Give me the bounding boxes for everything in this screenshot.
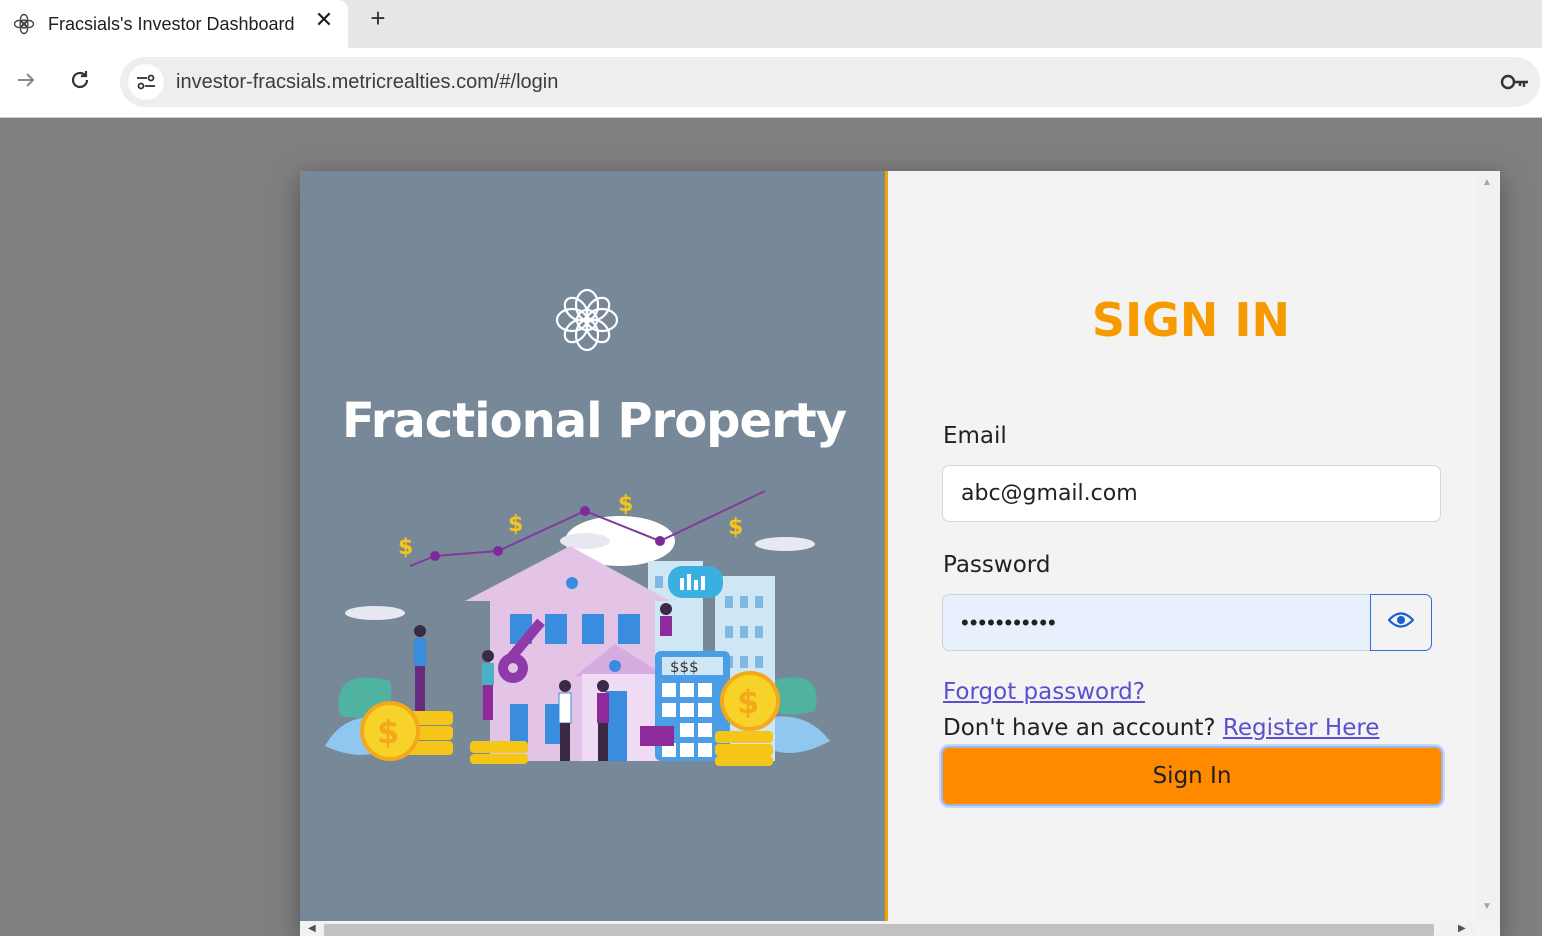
browser-tab[interactable]: Fracsials's Investor Dashboard ✕ (0, 0, 348, 48)
tab-close-icon[interactable]: ✕ (310, 6, 338, 34)
tab-title: Fracsials's Investor Dashboard (48, 13, 295, 34)
email-label: Email (943, 423, 1007, 449)
site-settings-icon[interactable] (128, 64, 164, 100)
signin-heading: SIGN IN (1091, 293, 1291, 347)
property-investment-illustration: $ $ $ $ $$$ $ $ (325, 490, 830, 766)
new-tab-button[interactable]: + (364, 3, 392, 33)
reload-icon[interactable] (62, 62, 98, 98)
scroll-down-icon[interactable]: ▼ (1482, 901, 1492, 912)
email-field[interactable]: abc@gmail.com (942, 465, 1441, 522)
login-card: Fractional Property $ $ $ $ $$$ $ $ SIGN… (300, 171, 1500, 936)
sign-in-button[interactable]: Sign In (941, 746, 1443, 806)
svg-text:$: $ (737, 683, 759, 721)
brand-panel: Fractional Property $ $ $ $ $$$ $ $ (300, 171, 888, 921)
horizontal-scroll-thumb[interactable] (324, 924, 1434, 936)
signin-panel: SIGN IN Email abc@gmail.com Password •••… (891, 171, 1476, 921)
vertical-scrollbar[interactable]: ▲ ▼ (1476, 171, 1500, 921)
show-password-button[interactable] (1370, 594, 1432, 651)
scroll-left-icon[interactable]: ◀ (308, 923, 316, 934)
password-label: Password (943, 552, 1051, 578)
svg-text:$: $ (618, 492, 633, 517)
register-row: Don't have an account? Register Here (943, 715, 1379, 741)
fracsials-favicon-icon (12, 12, 36, 36)
password-field[interactable]: ••••••••••• (942, 594, 1371, 651)
svg-text:$: $ (728, 515, 743, 540)
url-text: investor-fracsials.metricrealties.com/#/… (176, 70, 559, 93)
scroll-right-icon[interactable]: ▶ (1458, 923, 1466, 934)
eye-icon (1387, 611, 1415, 634)
scroll-up-icon[interactable]: ▲ (1482, 177, 1492, 188)
address-bar[interactable]: investor-fracsials.metricrealties.com/#/… (120, 57, 1540, 107)
svg-text:$$$: $$$ (670, 658, 699, 676)
svg-text:$: $ (377, 713, 399, 751)
svg-text:$: $ (508, 512, 523, 537)
brand-title: Fractional Property (342, 393, 847, 449)
svg-text:$: $ (398, 535, 413, 560)
forward-arrow-icon[interactable] (8, 62, 44, 98)
register-link[interactable]: Register Here (1223, 715, 1380, 741)
password-key-icon[interactable] (1500, 69, 1530, 95)
no-account-text: Don't have an account? (943, 715, 1223, 741)
fracsials-logo-icon (550, 283, 624, 357)
forgot-password-link[interactable]: Forgot password? (943, 679, 1145, 705)
browser-toolbar: investor-fracsials.metricrealties.com/#/… (0, 48, 1542, 118)
horizontal-scrollbar[interactable]: ◀ ▶ (300, 921, 1476, 936)
tab-strip: Fracsials's Investor Dashboard ✕ + (0, 0, 1542, 48)
